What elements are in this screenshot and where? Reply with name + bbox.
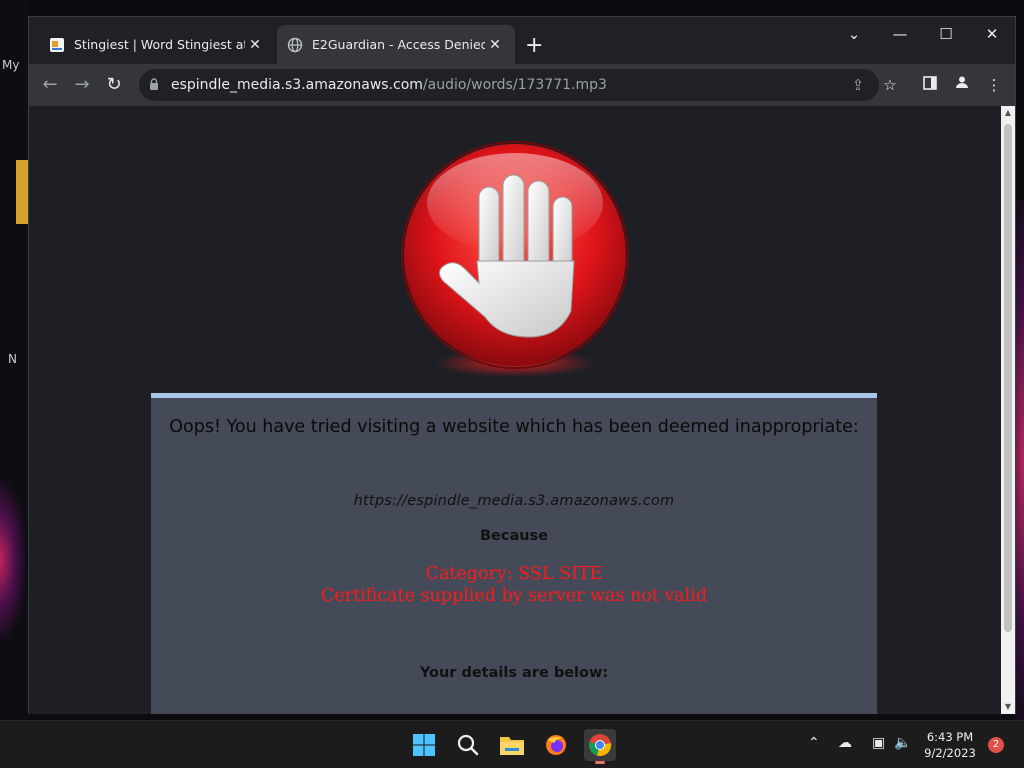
firefox-icon[interactable] <box>540 729 572 761</box>
page-scrollbar[interactable]: ▲ ▼ <box>1001 106 1015 714</box>
desktop-label[interactable]: My <box>2 58 19 72</box>
side-panel-icon[interactable] <box>919 74 941 96</box>
desktop-wallpaper-glow <box>0 480 26 640</box>
file-explorer-icon[interactable] <box>496 729 528 761</box>
url-path: /audio/words/173771.mp3 <box>422 77 607 93</box>
maximize-button[interactable]: ☐ <box>923 25 969 43</box>
onedrive-offline-icon[interactable]: ☁ <box>838 735 852 751</box>
search-icon[interactable] <box>452 729 484 761</box>
menu-kebab-icon[interactable]: ⋮ <box>983 74 1005 96</box>
new-tab-button[interactable]: + <box>525 35 543 57</box>
details-heading: Your details are below: <box>419 665 609 681</box>
minimize-button[interactable]: — <box>877 25 923 43</box>
url-host: espindle_media.s3.amazonaws.com <box>171 77 423 93</box>
block-reason: Certificate supplied by server was not v… <box>320 586 708 606</box>
because-label: Because <box>479 528 549 544</box>
browser-toolbar: ← → ↻ espindle_media.s3.amazonaws.com/au… <box>29 64 1015 106</box>
network-icon[interactable]: ▣ <box>872 735 885 751</box>
active-app-indicator <box>595 761 605 764</box>
tab-strip: Stingiest | Word Stingiest at Ope ✕ E2Gu… <box>29 17 1015 64</box>
globe-icon <box>287 37 303 53</box>
desktop-icon-fragment <box>16 160 28 224</box>
scroll-down-icon[interactable]: ▼ <box>1001 700 1015 714</box>
page-favicon-icon <box>49 37 65 53</box>
address-bar[interactable]: espindle_media.s3.amazonaws.com/audio/wo… <box>139 69 879 101</box>
notification-badge[interactable]: 2 <box>988 737 1004 753</box>
scroll-up-icon[interactable]: ▲ <box>1001 106 1015 120</box>
blocked-url: https://espindle_media.s3.amazonaws.com <box>353 493 675 509</box>
block-category: Category: SSL SITE <box>425 564 603 584</box>
windows-start-icon[interactable] <box>408 729 440 761</box>
tab-title: Stingiest | Word Stingiest at Ope <box>74 37 245 52</box>
clock-time: 6:43 PM <box>926 730 974 744</box>
taskbar: ⌃ ☁ ▣ 🔈 6:43 PM 9/2/2023 2 <box>0 720 1024 768</box>
tab-stingiest[interactable]: Stingiest | Word Stingiest at Ope ✕ <box>39 25 275 64</box>
stop-hand-icon <box>401 141 629 377</box>
page-viewport: Oops! You have tried visiting a website … <box>29 106 1001 714</box>
share-icon[interactable]: ⇪ <box>847 74 869 96</box>
reload-icon[interactable]: ↻ <box>103 74 125 96</box>
back-arrow-icon[interactable]: ← <box>39 74 61 96</box>
tab-close-icon[interactable]: ✕ <box>245 37 265 53</box>
tab-search-icon[interactable]: ⌄ <box>831 25 877 43</box>
chrome-icon[interactable] <box>584 729 616 764</box>
tab-e2guardian[interactable]: E2Guardian - Access Denied ✕ <box>277 25 515 64</box>
tab-title: E2Guardian - Access Denied <box>312 37 485 52</box>
tab-close-icon[interactable]: ✕ <box>485 37 505 53</box>
close-window-button[interactable]: ✕ <box>969 25 1015 43</box>
forward-arrow-icon[interactable]: → <box>71 74 93 96</box>
lock-icon[interactable] <box>149 77 159 93</box>
profile-icon[interactable] <box>951 74 973 96</box>
tray-chevron-icon[interactable]: ⌃ <box>808 735 820 751</box>
denied-heading: Oops! You have tried visiting a website … <box>169 417 859 437</box>
scroll-thumb[interactable] <box>1004 124 1012 632</box>
clock-date: 9/2/2023 <box>924 746 976 760</box>
bookmark-star-icon[interactable]: ☆ <box>879 74 901 96</box>
browser-window: Stingiest | Word Stingiest at Ope ✕ E2Gu… <box>28 16 1016 714</box>
access-denied-panel: Oops! You have tried visiting a website … <box>151 393 877 714</box>
taskbar-clock[interactable]: 6:43 PM 9/2/2023 <box>912 729 988 761</box>
volume-icon[interactable]: 🔈 <box>894 735 911 751</box>
desktop-label[interactable]: N <box>8 352 17 366</box>
